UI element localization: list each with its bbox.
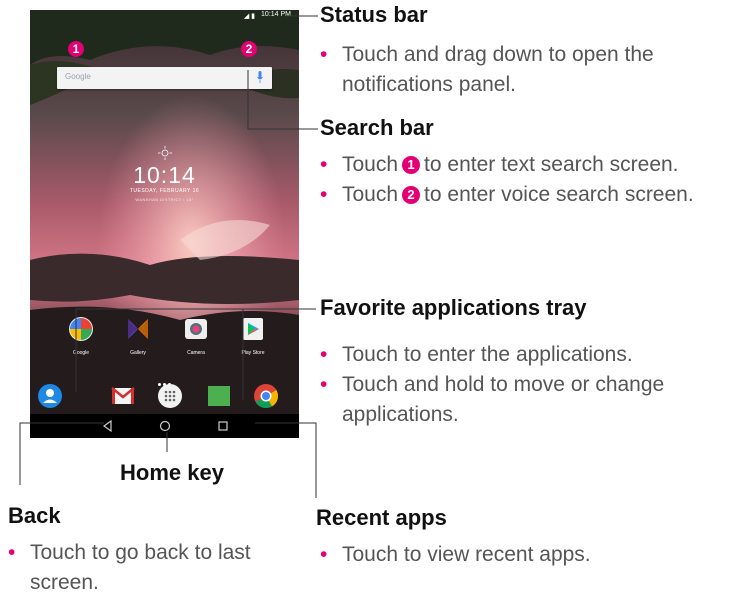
back-bullets: Touch to go back to last screen. [4,538,294,598]
list-item: Touch to view recent apps. [316,540,726,570]
list-item: Touch1to enter text search screen. [316,150,726,180]
list-item: Touch and hold to move or change applica… [316,370,736,430]
bullet-text: Touch [342,153,399,176]
bullet-text: to enter voice search screen. [424,183,694,206]
back-heading: Back [8,503,61,528]
home-key-heading: Home key [120,460,224,485]
list-item: Touch to enter the applications. [316,340,736,370]
number-badge-1: 1 [402,156,421,174]
list-item: Touch2to enter voice search screen. [316,180,726,210]
search-bar-bullets: Touch1to enter text search screen. Touch… [316,150,726,210]
recent-apps-heading: Recent apps [316,505,447,530]
list-item: Touch to go back to last screen. [4,538,294,598]
number-badge-2: 2 [402,186,421,204]
search-bar-heading: Search bar [320,115,434,140]
favorites-tray-bullets: Touch to enter the applications. Touch a… [316,340,736,430]
bullet-text: Touch [342,183,399,206]
bullet-text: to enter text search screen. [424,153,679,176]
favorites-tray-heading: Favorite applications tray [320,295,587,320]
status-bar-bullets: Touch and drag down to open the notifica… [316,40,726,100]
list-item: Touch and drag down to open the notifica… [316,40,726,100]
recent-apps-bullets: Touch to view recent apps. [316,540,726,570]
status-bar-heading: Status bar [320,2,428,27]
